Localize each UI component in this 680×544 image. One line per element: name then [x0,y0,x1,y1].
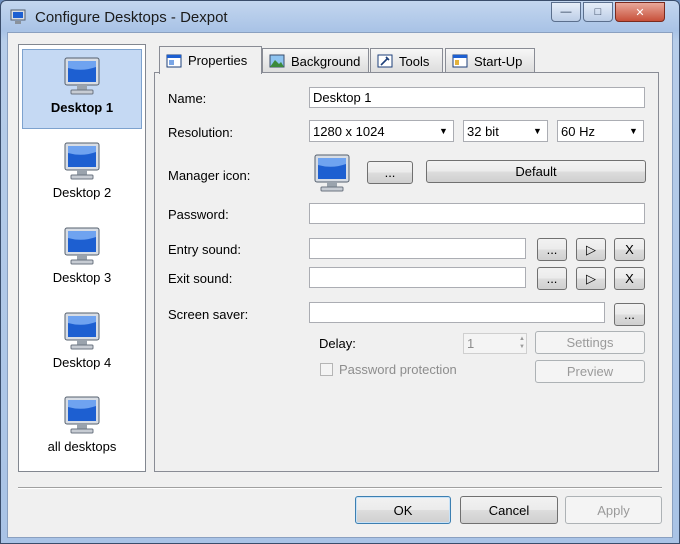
tools-icon [377,54,393,68]
password-protection-checkbox[interactable] [320,363,333,376]
desktop-item-label: Desktop 2 [52,185,112,200]
maximize-button[interactable]: □ [583,2,613,22]
screen-saver-preview-button[interactable]: Preview [535,360,645,383]
window-title: Configure Desktops - Dexpot [35,9,228,26]
desktop-item-label: Desktop 1 [50,100,114,115]
properties-panel: Name: Desktop 1 Resolution: 1280 x 1024 … [154,72,659,472]
screen-saver-browse-button[interactable]: ... [614,303,645,326]
exit-sound-play-button[interactable]: ▷ [576,267,606,290]
desktop-item-3[interactable]: Desktop 3 [22,220,142,300]
tab-startup[interactable]: Start-Up [445,48,535,73]
tab-label: Start-Up [474,53,523,69]
name-label: Name: [168,91,207,106]
minimize-icon: — [560,6,572,18]
minimize-button[interactable]: — [551,2,581,22]
dialog-client-area: Desktop 1 Desktop 2 Desktop 3 Desktop 4 … [7,32,673,538]
resolution-value: 1280 x 1024 [313,124,385,139]
close-icon: ✕ [635,6,645,19]
tab-label: Background [291,53,361,69]
manager-icon-default-button[interactable]: Default [426,160,646,183]
dropdown-arrow-icon: ▼ [629,126,638,136]
refresh-rate-select[interactable]: 60 Hz ▼ [557,120,644,142]
screen-saver-settings-button[interactable]: Settings [535,331,645,354]
play-icon: ▷ [586,270,596,286]
ok-button[interactable]: OK [355,496,451,524]
delay-label: Delay: [319,336,356,351]
footer-separator [18,487,662,489]
exit-sound-browse-button[interactable]: ... [537,267,567,290]
manager-icon-browse-button[interactable]: ... [367,161,413,184]
tab-tools[interactable]: Tools [370,48,443,73]
clear-icon: X [625,271,634,286]
desktop-item-2[interactable]: Desktop 2 [22,135,142,215]
password-field[interactable] [309,203,645,224]
exit-sound-label: Exit sound: [168,271,233,286]
desktop-item-label: all desktops [47,439,117,454]
dexpot-app-icon [10,9,26,24]
refresh-rate-value: 60 Hz [561,124,595,139]
resolution-label: Resolution: [168,125,234,140]
password-label: Password: [168,207,229,222]
monitor-icon [62,311,102,351]
monitor-icon [62,395,102,435]
dialog-window: Configure Desktops - Dexpot — □ ✕ Deskto… [0,0,680,544]
clear-icon: X [625,242,634,257]
properties-icon [166,54,182,67]
entry-sound-play-button[interactable]: ▷ [576,238,606,261]
tab-label: Properties [188,53,248,68]
desktop-item-1[interactable]: Desktop 1 [22,49,142,129]
maximize-icon: □ [594,6,602,18]
background-icon [269,54,285,68]
manager-monitor-icon [312,153,352,193]
monitor-icon [62,141,102,181]
resolution-select[interactable]: 1280 x 1024 ▼ [309,120,454,142]
exit-sound-clear-button[interactable]: X [614,267,645,290]
startup-icon [452,54,468,68]
delay-value: 1 [467,336,475,351]
close-button[interactable]: ✕ [615,2,665,22]
dropdown-arrow-icon: ▼ [533,126,542,136]
delay-spinner[interactable]: 1 ▲ ▼ [463,333,527,354]
manager-icon-label: Manager icon: [168,168,251,183]
apply-button[interactable]: Apply [565,496,662,524]
desktop-item-all[interactable]: all desktops [22,389,142,469]
entry-sound-browse-button[interactable]: ... [537,238,567,261]
spinner-arrows-icon: ▲ ▼ [519,336,525,350]
tab-background[interactable]: Background [262,48,369,73]
desktop-list[interactable]: Desktop 1 Desktop 2 Desktop 3 Desktop 4 … [18,44,146,472]
desktop-item-4[interactable]: Desktop 4 [22,305,142,385]
password-protection-label: Password protection [339,362,457,377]
password-protection-option[interactable]: Password protection [320,362,457,377]
entry-sound-field[interactable] [309,238,526,259]
tab-label: Tools [399,53,430,69]
title-bar[interactable]: Configure Desktops - Dexpot — □ ✕ [1,1,679,33]
tab-properties[interactable]: Properties [159,46,262,74]
desktop-item-label: Desktop 4 [52,355,112,370]
play-icon: ▷ [586,241,596,257]
monitor-icon [62,56,102,96]
cancel-button[interactable]: Cancel [460,496,558,524]
dropdown-arrow-icon: ▼ [439,126,448,136]
color-depth-value: 32 bit [467,124,499,139]
desktop-item-label: Desktop 3 [52,270,112,285]
screen-saver-label: Screen saver: [168,307,249,322]
screen-saver-field[interactable] [309,302,605,323]
monitor-icon [62,226,102,266]
color-depth-select[interactable]: 32 bit ▼ [463,120,548,142]
exit-sound-field[interactable] [309,267,526,288]
name-field[interactable]: Desktop 1 [309,87,645,108]
entry-sound-clear-button[interactable]: X [614,238,645,261]
entry-sound-label: Entry sound: [168,242,241,257]
